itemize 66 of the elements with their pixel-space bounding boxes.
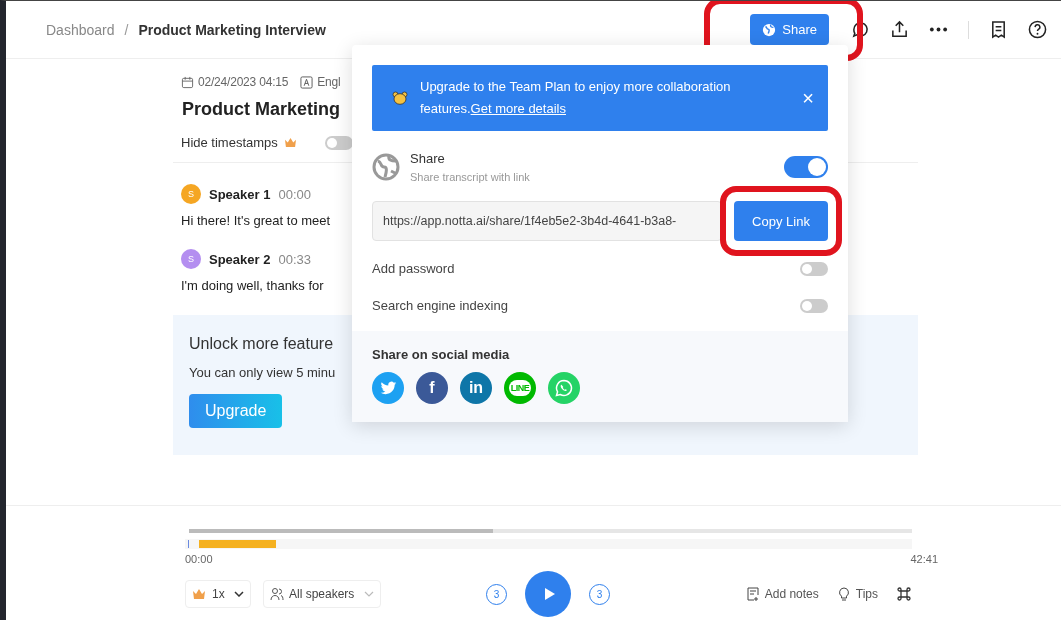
letter-a-icon [300,75,314,89]
rewind-button[interactable]: 3 [486,583,507,605]
breadcrumb-link[interactable]: Dashboard [46,21,115,38]
speed-dropdown[interactable]: 1x [185,580,251,608]
facebook-share-button[interactable]: f [416,372,448,404]
crown-icon [192,587,206,601]
progress-track[interactable] [189,529,912,533]
globe-icon [762,22,777,37]
comment-icon[interactable] [851,20,870,39]
unlock-text: You can only view 5 minu [189,365,336,380]
total-time: 42:41 [910,553,938,565]
share-description: Share transcript with link [410,171,531,183]
lightbulb-icon [836,587,851,601]
upgrade-button[interactable]: Upgrade [189,394,283,428]
toggle-switch[interactable] [800,261,828,276]
close-button[interactable]: × [802,86,814,110]
add-notes-button[interactable]: Add notes [745,587,819,601]
option-label: Add password [372,261,455,276]
speaker-avatar: S [181,249,201,269]
share-link-field[interactable]: https://app.notta.ai/share/1f4eb5e2-3b4d-4641-b3a8- [372,201,722,241]
speaker-avatar: S [181,184,201,204]
bird-icon[interactable] [372,372,404,404]
timestamp: 00:33 [278,251,311,267]
hide-timestamps-label: Hide timestamps [181,135,278,150]
speakers-dropdown[interactable]: All speakers [263,580,381,608]
current-time: 00:00 [185,553,213,565]
share-button[interactable]: Share [750,14,829,45]
speaker-name: Speaker 2 [209,251,271,267]
caret-icon [234,591,244,597]
caret-icon [364,591,374,597]
breadcrumb-separator: / [124,21,129,38]
tips-button[interactable]: Tips [836,587,878,601]
get-details-link[interactable]: Get more details [470,101,566,116]
linkedin-share-button[interactable]: in [460,372,492,404]
calendar-icon [181,75,194,89]
timestamp: 00:00 [278,186,311,202]
people-icon [270,587,284,601]
bear-icon [392,91,408,105]
play-icon [543,587,556,601]
toggle-switch[interactable] [800,298,828,313]
command-icon[interactable] [896,586,912,602]
upload-icon[interactable] [890,20,909,39]
banner-text: Upgrade to the Team Plan to enjoy more collaboration features.Get more details [420,78,732,118]
language-label: Engl [317,75,341,89]
recording-date: 02/24/2023 04:15 [198,75,289,89]
note-plus-icon [745,587,760,601]
transcript-text: I'm doing well, thanks for [181,278,324,293]
play-button[interactable] [525,571,571,617]
help-icon[interactable] [1028,20,1047,39]
crown-icon [283,137,297,148]
toggle-switch[interactable] [324,135,353,150]
transcript-title: Product Marketing [182,99,341,120]
share-label: Share [410,151,446,166]
option-label: Search engine indexing [372,298,508,313]
page-title: Product Marketing Interview [138,21,326,38]
notes-icon[interactable] [989,20,1008,39]
social-heading: Share on social media [372,347,511,362]
phone-bubble-icon[interactable] [548,372,580,404]
globe-icon [372,153,400,181]
copy-link-button[interactable]: Copy Link [734,201,828,241]
unlock-heading: Unlock more feature [189,335,334,353]
line-share-button[interactable]: LINE [504,372,536,404]
forward-button[interactable]: 3 [589,583,610,605]
toggle-switch[interactable] [784,156,828,178]
transcript-text: Hi there! It's great to meet [181,213,331,228]
speaker-name: Speaker 1 [209,186,271,202]
